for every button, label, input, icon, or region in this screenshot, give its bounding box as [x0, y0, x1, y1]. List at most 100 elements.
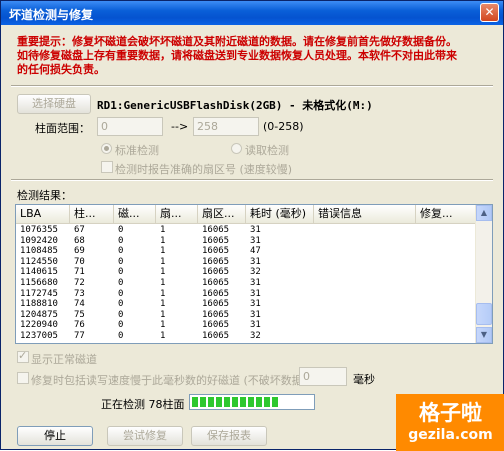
table-cell: 1	[160, 278, 166, 288]
table-cell: 1140615	[20, 267, 58, 278]
table-row[interactable]: 1124550 70 0 1 16065 31	[16, 257, 476, 268]
table-cell: 16065	[202, 225, 230, 235]
stop-button[interactable]: 停止	[17, 426, 93, 446]
table-cell: 1172745	[20, 288, 58, 299]
table-cell: 0	[118, 309, 124, 320]
table-cell: 1204875	[20, 309, 58, 320]
warning-line: 的任何损失负责。	[17, 63, 105, 76]
read-label: 读取检测	[245, 144, 289, 157]
table-row[interactable]: 1092420 68 0 1 16065 31	[16, 236, 476, 247]
table-row[interactable]: 1220940 76 0 1 16065 31	[16, 320, 476, 331]
table-cell: 72	[74, 278, 85, 288]
range-arrow: -->	[171, 120, 189, 133]
table-row[interactable]: 1204875 75 0 1 16065 31	[16, 310, 476, 321]
range-hint: (0-258)	[263, 120, 304, 133]
table-cell: 0	[118, 331, 124, 341]
scroll-thumb[interactable]	[476, 303, 492, 325]
table-cell: 1220940	[20, 320, 58, 331]
table-cell: 74	[74, 299, 85, 310]
table-cell: 0	[118, 246, 124, 257]
table-cell: 1	[160, 299, 166, 310]
title-bar: 坏道检测与修复 ✕	[1, 1, 503, 25]
repair-ms-field[interactable]: 0	[299, 367, 347, 386]
table-row[interactable]: 1108485 69 0 1 16065 47	[16, 246, 476, 257]
table-cell: 0	[118, 278, 124, 288]
standard-label: 标准检测	[115, 144, 159, 157]
save-report-button[interactable]: 保存报表	[191, 426, 267, 446]
divider	[11, 179, 493, 181]
table-cell: 69	[74, 246, 85, 257]
col-header[interactable]: 磁...	[114, 205, 156, 223]
table-cell: 16065	[202, 320, 230, 331]
table-row[interactable]: 1076355 67 0 1 16065 31	[16, 225, 476, 236]
table-cell: 1124550	[20, 256, 58, 267]
col-header[interactable]: 耗时 (毫秒)	[246, 205, 314, 223]
table-cell: 0	[118, 288, 124, 299]
scroll-down-icon[interactable]: ▼	[476, 327, 492, 343]
table-row[interactable]: 1237005 77 0 1 16065 32	[16, 331, 476, 342]
select-disk-button[interactable]: 选择硬盘	[17, 94, 91, 114]
repair-slow-checkbox[interactable]	[17, 372, 29, 384]
table-cell: 31	[250, 299, 261, 310]
table-cell: 75	[74, 309, 85, 320]
progress-bar	[189, 394, 315, 410]
table-cell: 70	[74, 256, 85, 267]
table-cell: 16065	[202, 288, 230, 299]
table-cell: 31	[250, 256, 261, 267]
table-cell: 31	[250, 235, 261, 246]
table-cell: 1	[160, 267, 166, 278]
table-cell: 1188810	[20, 299, 58, 310]
results-header: LBA 柱... 磁... 扇... 扇区... 耗时 (毫秒) 错误信息 修复…	[16, 205, 476, 224]
table-cell: 71	[74, 267, 85, 278]
results-list[interactable]: LBA 柱... 磁... 扇... 扇区... 耗时 (毫秒) 错误信息 修复…	[15, 204, 493, 344]
try-repair-button[interactable]: 尝试修复	[107, 426, 183, 446]
show-normal-checkbox[interactable]	[17, 349, 29, 363]
watermark-url: gezila.com	[408, 427, 493, 443]
window-title: 坏道检测与修复	[9, 8, 94, 22]
table-row[interactable]: 1188810 74 0 1 16065 31	[16, 299, 476, 310]
table-cell: 16065	[202, 256, 230, 267]
standard-radio[interactable]	[101, 143, 112, 154]
table-row[interactable]: 1172745 73 0 1 16065 31	[16, 289, 476, 300]
table-cell: 16065	[202, 309, 230, 320]
col-header[interactable]: 扇...	[156, 205, 198, 223]
col-header[interactable]: 柱...	[70, 205, 114, 223]
col-header[interactable]: 扇区...	[198, 205, 246, 223]
table-cell: 32	[250, 331, 261, 341]
col-header[interactable]: LBA	[16, 205, 70, 223]
table-cell: 73	[74, 288, 85, 299]
show-normal-label: 显示正常磁道	[31, 353, 97, 366]
close-button[interactable]: ✕	[480, 3, 499, 22]
vertical-scrollbar[interactable]: ▲ ▼	[475, 205, 492, 343]
table-cell: 31	[250, 320, 261, 331]
table-row[interactable]: 1156680 72 0 1 16065 31	[16, 278, 476, 289]
read-radio[interactable]	[231, 143, 242, 154]
table-cell: 47	[250, 246, 261, 257]
table-cell: 0	[118, 225, 124, 235]
range-label: 柱面范围：	[35, 122, 90, 135]
warning-line: 重要提示：修复坏磁道会破坏坏磁道及其附近磁道的数据。请在修复前首先做好数据备份。	[17, 35, 457, 48]
col-header[interactable]: 错误信息	[314, 205, 416, 223]
table-cell: 67	[74, 225, 85, 235]
col-header[interactable]: 修复...	[416, 205, 476, 223]
table-cell: 1076355	[20, 225, 58, 235]
scroll-up-icon[interactable]: ▲	[476, 205, 492, 221]
table-cell: 1	[160, 288, 166, 299]
repair-slow-label: 修复时包括读写速度慢于此毫秒数的好磁道 (不破坏数据)：	[31, 374, 319, 387]
table-cell: 0	[118, 267, 124, 278]
table-cell: 31	[250, 309, 261, 320]
table-cell: 1092420	[20, 235, 58, 246]
range-to-field[interactable]: 258	[193, 117, 259, 136]
table-row[interactable]: 1140615 71 0 1 16065 32	[16, 267, 476, 278]
ms-unit-label: 毫秒	[353, 373, 375, 386]
table-cell: 16065	[202, 235, 230, 246]
table-cell: 1	[160, 320, 166, 331]
report-sectors-checkbox[interactable]	[101, 161, 113, 173]
watermark-logo: 格子啦 gezila.com	[396, 394, 504, 451]
table-cell: 1	[160, 235, 166, 246]
table-cell: 1	[160, 225, 166, 235]
table-cell: 0	[118, 299, 124, 310]
warning-line: 如待修复磁盘上存有重要数据，请将磁盘送到专业数据恢复人员处理。本软件不对由此带来	[17, 49, 457, 62]
range-from-field[interactable]: 0	[97, 117, 163, 136]
table-cell: 0	[118, 256, 124, 267]
